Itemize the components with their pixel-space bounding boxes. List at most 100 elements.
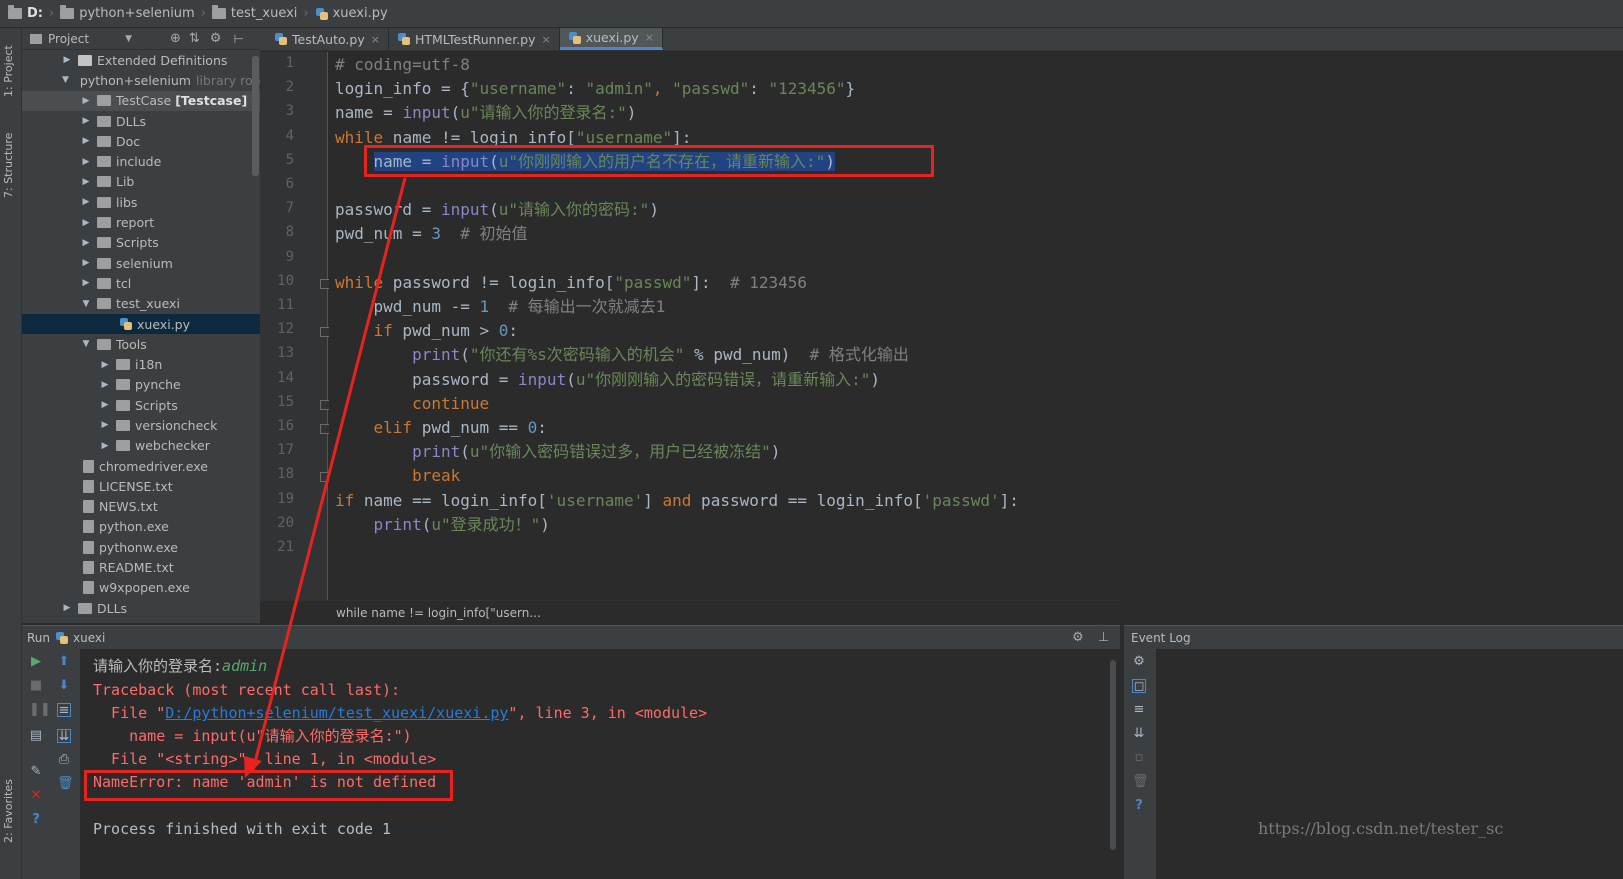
rerun-icon[interactable]: ▶ — [29, 655, 43, 669]
code-token: input — [518, 369, 567, 389]
chevron-down-icon[interactable]: ▼ — [125, 34, 132, 44]
chevron-right-icon[interactable]: ▶ — [100, 380, 110, 390]
close-icon[interactable]: × — [371, 33, 380, 46]
code-line: password = input(u"你刚刚输入的密码错误，请重新输入:") — [335, 368, 880, 392]
tree-item[interactable]: ▶ TestCase [Testcase] — [22, 90, 260, 111]
tree-scrollbar[interactable] — [252, 56, 259, 176]
tab-structure-tool[interactable]: 7: Structure — [2, 120, 20, 210]
soft-wrap-icon[interactable]: ≡ — [57, 703, 71, 718]
tab-favorites-tool[interactable]: 2: Favorites — [2, 770, 20, 852]
close-icon[interactable]: × — [645, 31, 654, 44]
soft-wrap-icon[interactable]: ≡ — [1132, 703, 1146, 717]
tree-item[interactable]: ▶ report — [22, 212, 260, 232]
tree-item[interactable]: ▶ pynche — [22, 375, 260, 395]
chevron-right-icon[interactable]: ▶ — [81, 218, 91, 228]
code-token: ( — [450, 103, 461, 123]
chevron-down-icon[interactable]: ▼ — [81, 339, 91, 349]
tree-item[interactable]: ▶ Extended Definitions — [22, 50, 260, 70]
chevron-right-icon[interactable]: ▶ — [62, 603, 72, 613]
chevron-right-icon[interactable]: ▶ — [100, 360, 110, 370]
chevron-right-icon[interactable]: ▶ — [81, 197, 91, 207]
tree-item[interactable]: ▼ Tools — [22, 334, 260, 354]
tree-item[interactable]: ▼ test_xuexi — [22, 294, 260, 314]
editor-breadcrumb-item[interactable]: while name != login_info["usern... — [336, 606, 541, 620]
code-line: pwd_num = 3 # 初始值 — [335, 222, 528, 246]
breadcrumb-folder-test-xuexi[interactable]: test_xuexi › — [211, 5, 309, 21]
close-icon[interactable]: ✕ — [29, 789, 43, 803]
gear-icon[interactable]: ⚙ — [1072, 630, 1084, 645]
editor-tab[interactable]: HTMLTestRunner.py × — [389, 28, 560, 50]
tree-item[interactable]: ▶ versioncheck — [22, 415, 260, 435]
tree-item[interactable]: w9xpopen.exe — [22, 578, 260, 598]
tree-item[interactable]: ▶ Scripts — [22, 233, 260, 253]
chevron-right-icon[interactable]: ▶ — [81, 238, 91, 248]
balloon-icon[interactable]: ◻ — [1132, 679, 1146, 694]
stop-icon[interactable]: ■ — [29, 679, 43, 693]
code-editor[interactable]: # coding=utf-8 login_info = {"username": … — [329, 52, 1623, 600]
run-config-tab[interactable]: xuexi — [73, 631, 105, 645]
hide-panel-icon[interactable]: ⊢ — [233, 32, 243, 46]
trash-icon[interactable]: 🗑 — [57, 777, 74, 791]
gear-icon[interactable]: ⚙ — [210, 31, 222, 46]
pin-icon[interactable]: ✎ — [29, 765, 43, 779]
collapse-all-icon[interactable]: ⇅ — [189, 31, 200, 46]
tree-item[interactable]: NEWS.txt — [22, 497, 260, 517]
tree-item[interactable]: chromedriver.exe — [22, 456, 260, 476]
console-file-link[interactable]: D:/python+selenium/test_xuexi/xuexi.py — [165, 704, 508, 722]
chevron-right-icon[interactable]: ▶ — [81, 258, 91, 268]
arrow-up-icon[interactable]: ⬆ — [57, 655, 71, 669]
print-icon[interactable]: ⎙ — [57, 753, 71, 767]
chevron-down-icon[interactable]: ▼ — [81, 299, 91, 309]
scroll-from-source-icon[interactable]: ⊕ — [170, 31, 181, 46]
tree-item[interactable]: ▶ Lib — [22, 172, 260, 192]
tree-item[interactable]: ▶ DLLs — [22, 598, 260, 618]
chevron-right-icon[interactable]: ▶ — [100, 400, 110, 410]
arrow-down-icon[interactable]: ⬇ — [57, 679, 71, 693]
breadcrumb-drive[interactable]: D: › — [8, 5, 54, 21]
tree-item[interactable]: ▶ Scripts — [22, 395, 260, 415]
console-scrollbar[interactable] — [1110, 660, 1116, 850]
hide-panel-icon[interactable]: ⊥ — [1098, 630, 1109, 645]
chevron-right-icon[interactable]: ▶ — [81, 177, 91, 187]
tree-item[interactable]: LICENSE.txt — [22, 476, 260, 496]
tree-item[interactable]: python.exe — [22, 517, 260, 537]
close-icon[interactable]: × — [542, 33, 551, 46]
tree-item[interactable]: ▶ include — [22, 151, 260, 171]
mark-read-icon[interactable]: ▫ — [1132, 751, 1146, 765]
tree-item[interactable]: xuexi.py — [22, 313, 260, 335]
tree-item[interactable]: pythonw.exe — [22, 537, 260, 557]
help-icon[interactable]: ? — [29, 813, 43, 827]
trash-icon[interactable]: 🗑 — [1132, 775, 1149, 789]
tree-item[interactable]: ▶ i18n — [22, 354, 260, 374]
help-icon[interactable]: ? — [1132, 799, 1146, 813]
chevron-right-icon[interactable]: ▶ — [100, 441, 110, 451]
layout-icon[interactable]: ▤ — [29, 729, 43, 743]
tree-item[interactable]: ▶ tcl — [22, 273, 260, 293]
settings-icon[interactable]: ⚙ — [1132, 655, 1146, 669]
chevron-right-icon[interactable]: ▶ — [81, 116, 91, 126]
run-console[interactable]: 请输入你的登录名:admin Traceback (most recent ca… — [80, 649, 1120, 879]
chevron-right-icon[interactable]: ▶ — [62, 55, 72, 65]
editor-tab[interactable]: TestAuto.py × — [266, 28, 389, 50]
tree-item[interactable]: ▶ webchecker — [22, 436, 260, 456]
pause-icon[interactable]: ❚❚ — [29, 703, 51, 717]
tree-item[interactable]: ▼ python+selenium library roo — [22, 70, 260, 90]
tab-project-tool[interactable]: 1: Project — [2, 36, 20, 106]
breadcrumb-folder-python-selenium[interactable]: python+selenium › — [60, 5, 206, 21]
chevron-right-icon[interactable]: ▶ — [81, 136, 91, 146]
scroll-to-end-icon[interactable]: ⇊ — [57, 729, 71, 744]
tree-item[interactable]: ▶ Doc — [22, 131, 260, 151]
tree-item[interactable]: ▶ libs — [22, 192, 260, 212]
scroll-to-end-icon[interactable]: ⇊ — [1132, 727, 1146, 741]
breadcrumb-file[interactable]: xuexi.py — [315, 6, 388, 21]
tree-item[interactable]: ▶ DLLs — [22, 111, 260, 131]
chevron-right-icon[interactable]: ▶ — [81, 157, 91, 167]
chevron-right-icon[interactable]: ▶ — [100, 420, 110, 430]
chevron-down-icon[interactable]: ▼ — [62, 75, 69, 85]
project-view-selector[interactable]: Project — [48, 32, 89, 46]
editor-tab[interactable]: xuexi.py × — [559, 28, 663, 50]
tree-item[interactable]: README.txt — [22, 557, 260, 577]
tree-item[interactable]: ▶ selenium — [22, 253, 260, 273]
chevron-right-icon[interactable]: ▶ — [81, 278, 91, 288]
chevron-right-icon[interactable]: ▶ — [81, 96, 91, 106]
